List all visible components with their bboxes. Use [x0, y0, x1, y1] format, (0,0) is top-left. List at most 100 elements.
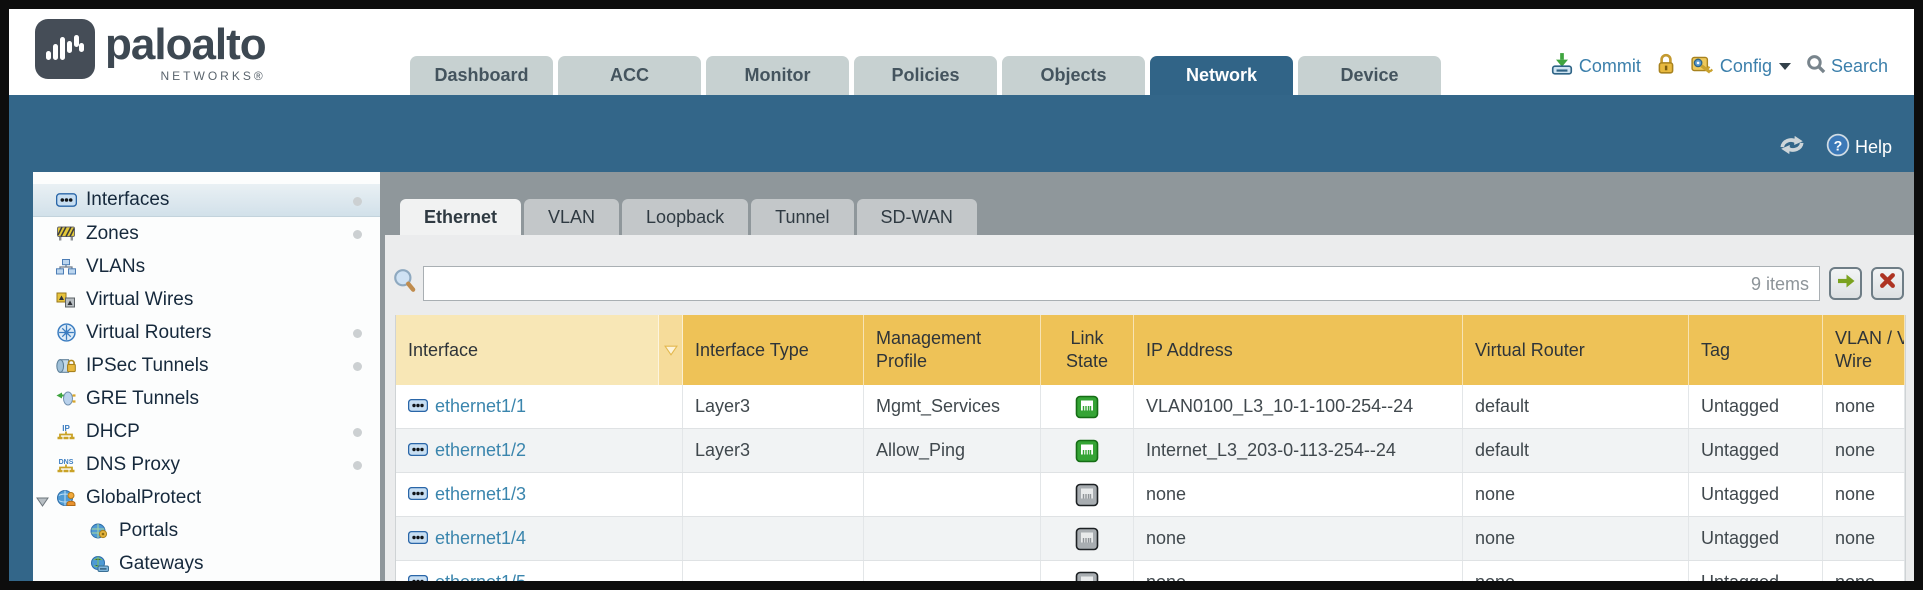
utility-bar: Commit [1550, 52, 1888, 81]
cell-tag: Untagged [1689, 517, 1823, 560]
sidebar-item-virtual-wires[interactable]: Virtual Wires [33, 283, 380, 316]
globalprotect-icon [55, 489, 77, 507]
gre-tunnels-icon [55, 391, 77, 406]
cell-tag: Untagged [1689, 385, 1823, 428]
zones-icon [55, 226, 77, 241]
cell-vlan: none [1823, 473, 1905, 516]
subtab-ethernet[interactable]: Ethernet [400, 199, 521, 235]
config-menu-button[interactable]: Config [1691, 53, 1791, 80]
interface-link[interactable]: ethernet1/4 [435, 528, 526, 549]
interfaces-icon [55, 193, 77, 207]
cell-ip-address: Internet_L3_203-0-113-254--24 [1134, 429, 1463, 472]
help-button[interactable]: ? Help [1826, 133, 1892, 162]
cell-virtual-router: default [1463, 429, 1689, 472]
sort-triangle-icon [664, 339, 678, 362]
sidebar-item-gateways[interactable]: Gateways [33, 547, 380, 580]
interface-link[interactable]: ethernet1/3 [435, 484, 526, 505]
interface-link[interactable]: ethernet1/5 [435, 572, 526, 581]
virtual-wires-icon [55, 292, 77, 308]
tab-policies[interactable]: Policies [854, 56, 997, 95]
cell-tag: Untagged [1689, 561, 1823, 581]
cell-virtual-router: none [1463, 517, 1689, 560]
table-row[interactable]: ethernet1/3 none none Untagged [396, 473, 1905, 517]
table-row[interactable]: ethernet1/5 none none Untagged [396, 561, 1905, 581]
subtab-loopback[interactable]: Loopback [622, 199, 748, 235]
commit-button[interactable]: Commit [1550, 52, 1641, 81]
lock-button[interactable] [1656, 53, 1676, 80]
sidebar-item-portals[interactable]: Portals [33, 514, 380, 547]
tab-device[interactable]: Device [1298, 56, 1441, 95]
sidebar-item-globalprotect[interactable]: GlobalProtect [33, 481, 380, 514]
sub-tabs: Ethernet VLAN Loopback Tunnel SD-WAN [400, 199, 977, 235]
content-area: Interfaces Zones VLANs Vir [9, 172, 1914, 581]
brand-logo: paloalto NETWORKS® [35, 19, 266, 83]
filter-input[interactable] [424, 267, 1819, 300]
top-bar: paloalto NETWORKS® Dashboard ACC Monitor… [9, 9, 1914, 95]
sidebar-item-dhcp[interactable]: IP DHCP [33, 415, 380, 448]
filter-bar: 9 items [393, 265, 1904, 301]
secondary-bar: ? Help [9, 95, 1914, 172]
interface-icon [408, 572, 428, 581]
table-row[interactable]: ethernet1/1 Layer3 Mgmt_Services VLAN010… [396, 385, 1905, 429]
col-link-state[interactable]: LinkState [1041, 315, 1134, 385]
link-state-icon [1075, 483, 1099, 507]
subtab-sdwan[interactable]: SD-WAN [857, 199, 977, 235]
green-arrow-icon [1837, 274, 1855, 293]
col-tag[interactable]: Tag [1689, 315, 1823, 385]
subtab-tunnel[interactable]: Tunnel [751, 199, 853, 235]
svg-text:?: ? [1834, 138, 1843, 154]
tab-objects[interactable]: Objects [1002, 56, 1145, 95]
tab-monitor[interactable]: Monitor [706, 56, 849, 95]
tab-acc[interactable]: ACC [558, 56, 701, 95]
paloalto-logo-icon [35, 19, 95, 79]
col-virtual-router[interactable]: Virtual Router [1463, 315, 1689, 385]
table-row[interactable]: ethernet1/4 none none Untagged [396, 517, 1905, 561]
help-icon: ? [1826, 133, 1850, 162]
cell-ip-address: none [1134, 517, 1463, 560]
expand-triangle-icon[interactable] [36, 492, 49, 514]
link-state-icon [1075, 395, 1099, 419]
cell-tag: Untagged [1689, 429, 1823, 472]
sidebar-item-zones[interactable]: Zones [33, 217, 380, 250]
tab-dashboard[interactable]: Dashboard [410, 56, 553, 95]
sidebar-item-virtual-routers[interactable]: Virtual Routers [33, 316, 380, 349]
sidebar-item-ipsec-tunnels[interactable]: IPSec Tunnels [33, 349, 380, 382]
interfaces-table: Interface Interface Type ManagementProfi… [395, 315, 1906, 581]
table-header-row: Interface Interface Type ManagementProfi… [396, 315, 1905, 385]
cell-management-profile: Mgmt_Services [864, 385, 1041, 428]
col-vlan-virtual-wire[interactable]: VLAN / VirtualWire [1823, 315, 1905, 385]
apply-filter-button[interactable] [1829, 267, 1862, 300]
col-interface-type[interactable]: Interface Type [683, 315, 864, 385]
ipsec-tunnels-icon [55, 358, 77, 374]
tab-network[interactable]: Network [1150, 56, 1293, 95]
items-count: 9 items [1751, 274, 1809, 295]
sidebar-item-interfaces[interactable]: Interfaces [33, 184, 380, 217]
interface-icon [408, 528, 428, 549]
sidebar: Interfaces Zones VLANs Vir [33, 172, 380, 581]
interface-icon [408, 484, 428, 505]
item-dot [353, 329, 362, 338]
red-x-icon [1879, 272, 1896, 294]
item-dot [353, 230, 362, 239]
virtual-routers-icon [55, 323, 77, 342]
sidebar-item-gre-tunnels[interactable]: GRE Tunnels [33, 382, 380, 415]
col-ip-address[interactable]: IP Address [1134, 315, 1463, 385]
sidebar-item-dns-proxy[interactable]: DNS DNS Proxy [33, 448, 380, 481]
refresh-icon[interactable] [1778, 134, 1806, 161]
interface-link[interactable]: ethernet1/1 [435, 396, 526, 417]
sort-dropdown[interactable] [659, 315, 683, 385]
interface-icon [408, 396, 428, 417]
subtab-vlan[interactable]: VLAN [524, 199, 619, 235]
item-dot [353, 197, 362, 206]
cell-interface-type [683, 517, 864, 560]
search-button[interactable]: Search [1806, 54, 1888, 79]
col-interface[interactable]: Interface [396, 315, 659, 385]
sidebar-item-vlans[interactable]: VLANs [33, 250, 380, 283]
col-management-profile[interactable]: ManagementProfile [864, 315, 1041, 385]
cell-management-profile [864, 561, 1041, 581]
table-row[interactable]: ethernet1/2 Layer3 Allow_Ping Internet_L… [396, 429, 1905, 473]
lock-icon [1656, 53, 1676, 80]
interface-link[interactable]: ethernet1/2 [435, 440, 526, 461]
cell-management-profile [864, 473, 1041, 516]
clear-filter-button[interactable] [1871, 267, 1904, 300]
